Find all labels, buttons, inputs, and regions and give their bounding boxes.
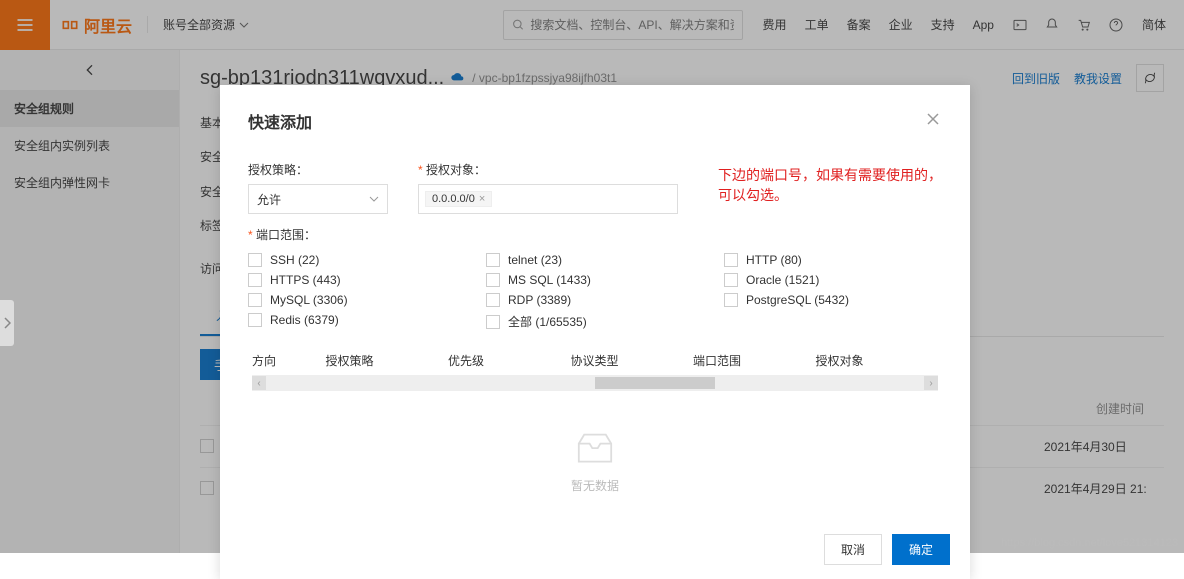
port-col-1: SSH (22) HTTPS (443) MySQL (3306) Redis … <box>248 253 466 330</box>
port-col-3: HTTP (80) Oracle (1521) PostgreSQL (5432… <box>724 253 942 330</box>
label-target: 授权对象： <box>418 155 678 178</box>
side-expand-handle[interactable] <box>0 300 14 346</box>
empty-text: 暂无数据 <box>571 477 619 494</box>
col-priority: 优先级 <box>448 352 571 369</box>
label-policy: 授权策略： <box>248 155 398 178</box>
modal-header: 快速添加 <box>248 109 942 133</box>
target-tag: 0.0.0.0/0 × <box>425 191 492 207</box>
port-all[interactable]: 全部 (1/65535) <box>486 313 704 330</box>
port-rdp[interactable]: RDP (3389) <box>486 293 704 307</box>
policy-select[interactable]: 允许 <box>248 184 388 214</box>
close-button[interactable] <box>924 112 942 131</box>
rules-grid-header: 方向 授权策略 优先级 协议类型 端口范围 授权对象 <box>248 352 942 375</box>
port-postgres[interactable]: PostgreSQL (5432) <box>724 293 942 307</box>
port-ssh[interactable]: SSH (22) <box>248 253 466 267</box>
label-port-range: 端口范围： <box>248 226 942 243</box>
col-policy: 授权策略 <box>326 352 449 369</box>
modal-footer: 取消 确定 <box>220 524 970 579</box>
port-col-2: telnet (23) MS SQL (1433) RDP (3389) 全部 … <box>486 253 704 330</box>
modal-title-text: 快速添加 <box>248 109 312 133</box>
port-section: 端口范围： SSH (22) HTTPS (443) MySQL (3306) … <box>248 226 942 330</box>
close-icon <box>926 112 940 126</box>
cancel-button[interactable]: 取消 <box>824 534 882 565</box>
target-input[interactable]: 0.0.0.0/0 × <box>418 184 678 214</box>
policy-value: 允许 <box>257 191 281 208</box>
tag-remove[interactable]: × <box>479 193 485 205</box>
watermark: https://blog.csdn.net/love521314123 <box>1001 537 1178 549</box>
scroll-thumb[interactable] <box>595 377 715 389</box>
red-annotation: 下边的端口号，如果有需要使用的，可以勾选。 <box>718 165 942 205</box>
chevron-down-icon <box>369 194 379 204</box>
col-protocol: 协议类型 <box>571 352 694 369</box>
ok-button[interactable]: 确定 <box>892 534 950 565</box>
port-telnet[interactable]: telnet (23) <box>486 253 704 267</box>
horizontal-scrollbar[interactable]: ‹ › <box>252 375 938 391</box>
port-columns: SSH (22) HTTPS (443) MySQL (3306) Redis … <box>248 253 942 330</box>
chevron-right-icon <box>3 317 11 329</box>
port-http[interactable]: HTTP (80) <box>724 253 942 267</box>
port-oracle[interactable]: Oracle (1521) <box>724 273 942 287</box>
empty-state: 暂无数据 <box>248 391 942 524</box>
col-target: 授权对象 <box>816 352 939 369</box>
port-mssql[interactable]: MS SQL (1433) <box>486 273 704 287</box>
col-direction: 方向 <box>252 352 326 369</box>
col-port: 端口范围 <box>693 352 816 369</box>
target-tag-text: 0.0.0.0/0 <box>432 193 475 205</box>
scroll-left-icon[interactable]: ‹ <box>252 376 266 390</box>
port-mysql[interactable]: MySQL (3306) <box>248 293 466 307</box>
port-https[interactable]: HTTPS (443) <box>248 273 466 287</box>
quick-add-modal: 快速添加 授权策略： 允许 授权对象： 0.0.0.0/0 × <box>220 85 970 579</box>
scroll-right-icon[interactable]: › <box>924 376 938 390</box>
empty-box-icon <box>573 431 617 467</box>
form-row-policy-target: 授权策略： 允许 授权对象： 0.0.0.0/0 × 下边的端口号，如果有需要使… <box>248 155 942 214</box>
port-redis[interactable]: Redis (6379) <box>248 313 466 327</box>
